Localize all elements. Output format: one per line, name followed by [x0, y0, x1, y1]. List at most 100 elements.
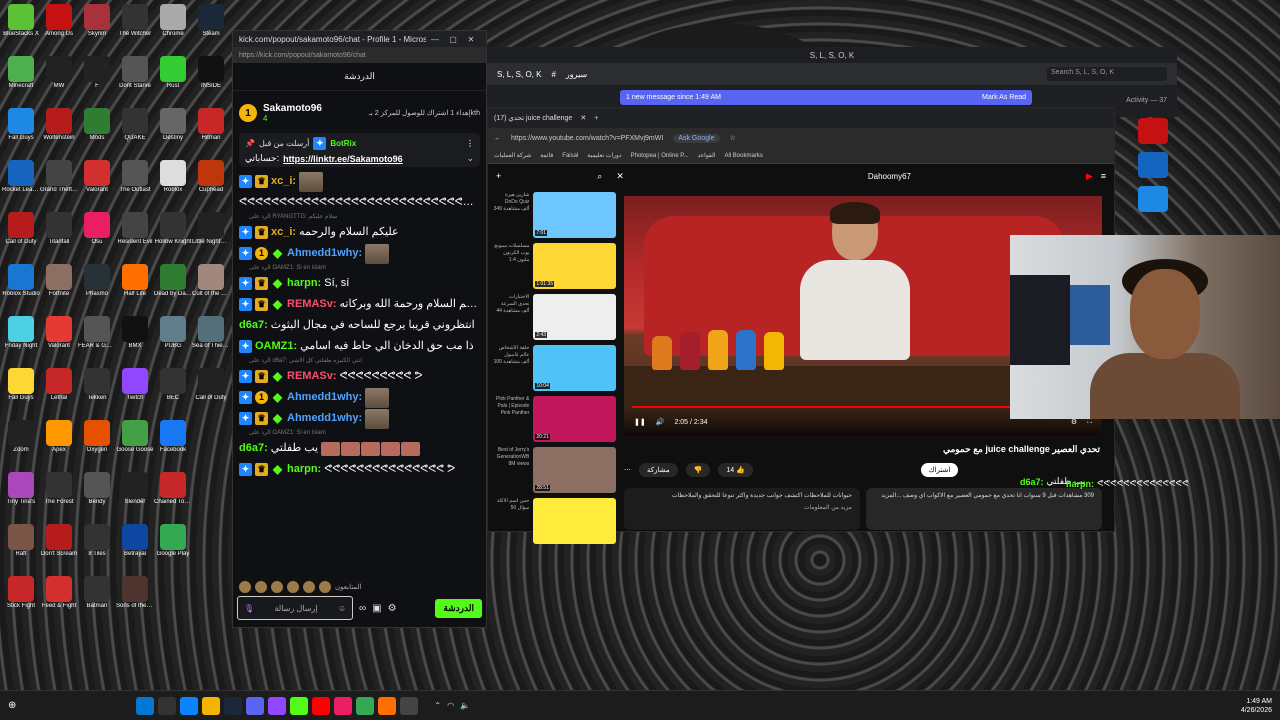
chat-username[interactable]: REMASv: — [287, 298, 337, 311]
desktop-icon[interactable]: PUBG — [154, 316, 192, 368]
desktop-icon[interactable]: Lethal — [40, 368, 78, 420]
file-explorer-icon[interactable] — [202, 696, 221, 715]
desktop-icon[interactable]: Minecraft — [2, 56, 40, 108]
desktop-icon[interactable]: Oxygen — [78, 420, 116, 472]
close-tab-icon[interactable]: ✕ — [580, 114, 586, 122]
desktop-icon[interactable]: Raft — [2, 524, 40, 576]
desktop-icon[interactable]: Cult of the Lamb — [192, 264, 230, 316]
video-thumbnail[interactable]: 10:04 — [533, 345, 616, 391]
emote-icon[interactable] — [239, 581, 251, 593]
chat-username[interactable]: d6a7: — [239, 319, 268, 332]
new-message-banner[interactable]: 1 new message since 1:49 AM Mark As Read — [620, 90, 1032, 105]
youtube-logo-icon[interactable]: ▶ — [1086, 171, 1093, 182]
subscribe-button[interactable]: اشتراك — [920, 463, 959, 477]
desktop-icon[interactable]: Mods — [78, 108, 116, 160]
search-icon[interactable] — [158, 696, 177, 715]
desktop-icon[interactable]: Phasmo — [78, 264, 116, 316]
desktop-icon[interactable]: Half Life — [116, 264, 154, 316]
recommended-video[interactable]: شارين هيرة DoDo Quiz 349 ألف مشاهدة 7:01 — [488, 190, 618, 241]
desktop-icon[interactable]: Call of Duty — [2, 212, 40, 264]
recommended-video[interactable]: مسلسلات سبونج بوب الكرتون 1.4 مليون 1:01:… — [488, 241, 618, 292]
desktop-icon[interactable]: Fortnite — [40, 264, 78, 316]
chat-username[interactable]: harpn: — [287, 463, 321, 476]
desktop-icon[interactable]: Resident Evil — [116, 212, 154, 264]
gift-icon[interactable]: ▣ — [372, 603, 381, 614]
maximize-button[interactable]: ▢ — [444, 35, 462, 44]
discord-server-name[interactable]: S, L, S, O, K — [497, 70, 541, 79]
emote-icon[interactable] — [287, 581, 299, 593]
desktop-icon[interactable]: Rust — [154, 56, 192, 108]
emoji-icon[interactable]: ☺ — [338, 604, 346, 613]
desktop-icon[interactable]: Friday Night — [2, 316, 40, 368]
kick-icon[interactable] — [290, 696, 309, 715]
desktop-icon[interactable]: Facebook — [154, 420, 192, 472]
chat-username[interactable]: Ahmedd1why: — [287, 391, 362, 404]
desktop-icon[interactable]: Little Nightmares — [192, 212, 230, 264]
close-search-icon[interactable]: ✕ — [616, 171, 624, 182]
start-icon[interactable] — [136, 696, 155, 715]
emote-icon[interactable] — [255, 581, 267, 593]
desktop-icon[interactable]: Fall Guys — [2, 368, 40, 420]
desktop-icon[interactable]: INSIDE — [192, 56, 230, 108]
pause-icon[interactable]: ❚❚ — [634, 418, 646, 426]
desktop-icon[interactable]: QUAKE — [116, 108, 154, 160]
rocket-league-icon[interactable] — [1138, 152, 1168, 178]
chrome-icon[interactable] — [356, 696, 375, 715]
chat-username[interactable]: d6a7: — [239, 442, 268, 455]
pinned-username[interactable]: Sakamoto96 — [263, 103, 322, 114]
video-thumbnail[interactable]: 1:01:35 — [533, 243, 616, 289]
recommended-video[interactable]: حلقة الأشخاص عالم غامبول 100 ألف مشاهدة 1… — [488, 343, 618, 394]
star-icon[interactable]: ☆ — [730, 134, 736, 142]
chat-username[interactable]: REMASv: — [287, 370, 337, 383]
fullscreen-icon[interactable]: ⛶ — [1087, 418, 1092, 426]
app-icon[interactable] — [400, 696, 419, 715]
video-thumbnail[interactable] — [533, 498, 616, 544]
add-icon[interactable]: + — [496, 171, 501, 181]
bookmark-item[interactable]: Faisal — [562, 153, 578, 159]
desktop-icon[interactable]: BlueStacks X — [2, 4, 40, 56]
desktop-icon[interactable]: Tekken — [78, 368, 116, 420]
desktop-icon[interactable]: Sons of the Forest — [116, 576, 154, 628]
desktop-icon[interactable]: Twitch — [116, 368, 154, 420]
desktop-icon[interactable]: Fall Guys — [2, 108, 40, 160]
steam-icon[interactable] — [224, 696, 243, 715]
chevron-up-icon[interactable]: ⌃ — [434, 701, 441, 710]
desktop-icon[interactable]: Osu — [78, 212, 116, 264]
chat-username[interactable]: xc_i: — [271, 175, 296, 188]
desktop-icon[interactable]: Grand Theft Auto — [40, 160, 78, 212]
desktop-icon[interactable]: Don't Scream — [40, 524, 78, 576]
chat-message-input[interactable]: 🎙 إرسال رسالة ☺ — [237, 596, 353, 620]
desktop-icon[interactable]: Roblox — [154, 160, 192, 212]
desktop-icon[interactable]: Titanfall — [40, 212, 78, 264]
pin-icon[interactable]: 📌 — [245, 139, 255, 148]
new-tab-button[interactable]: + — [594, 115, 598, 122]
linktree-link[interactable]: https://linktr.ee/Sakamoto96 — [283, 154, 403, 164]
desktop-icon[interactable]: Chained Together — [154, 472, 192, 524]
chat-url-bar[interactable]: https://kick.com/popout/sakamoto96/chat — [233, 47, 486, 63]
desktop-icon[interactable]: Rocket League — [2, 160, 40, 212]
mic-icon[interactable]: 🎙 — [244, 604, 254, 613]
description-panel[interactable]: 309 مشاهدات قبل 9 سنوات انا تحدي مع حموم… — [866, 488, 1102, 530]
activity-count[interactable]: Activity — 37 — [1126, 97, 1167, 104]
video-thumbnail[interactable]: 2:43 — [533, 294, 616, 340]
emote-icon[interactable] — [271, 581, 283, 593]
desktop-icon[interactable]: Zoom — [2, 420, 40, 472]
desktop-icon[interactable]: MW — [40, 56, 78, 108]
desktop-icon[interactable]: Skyrim — [78, 4, 116, 56]
discord-channel-name[interactable]: سيرور — [566, 70, 587, 79]
desktop-icon[interactable]: Destiny — [154, 108, 192, 160]
desktop-icon[interactable]: Chrome — [154, 4, 192, 56]
recommended-video[interactable]: الاختبارات تحدي السرعة 44 ألف مشاهدة 2:43 — [488, 292, 618, 343]
more-options-icon[interactable]: ⋮ — [466, 139, 474, 148]
desktop-icon[interactable]: Steam — [192, 4, 230, 56]
desktop-icon[interactable]: Bendy — [78, 472, 116, 524]
bookmark-item[interactable]: Photopea | Online P... — [631, 153, 689, 159]
volume-icon[interactable]: 🔊 — [656, 418, 665, 426]
bookmark-item[interactable]: دورات تعليمية — [587, 152, 621, 159]
wifi-icon[interactable]: ◠ — [447, 701, 454, 710]
bookmark-item[interactable]: شركة العمليات — [494, 152, 531, 159]
botrix-name[interactable]: BotRix — [330, 139, 356, 148]
desktop-icon[interactable]: Sea of Thieves — [192, 316, 230, 368]
desktop-icon[interactable]: Roblox Studio — [2, 264, 40, 316]
desktop-icon[interactable]: Call of Duty — [192, 368, 230, 420]
